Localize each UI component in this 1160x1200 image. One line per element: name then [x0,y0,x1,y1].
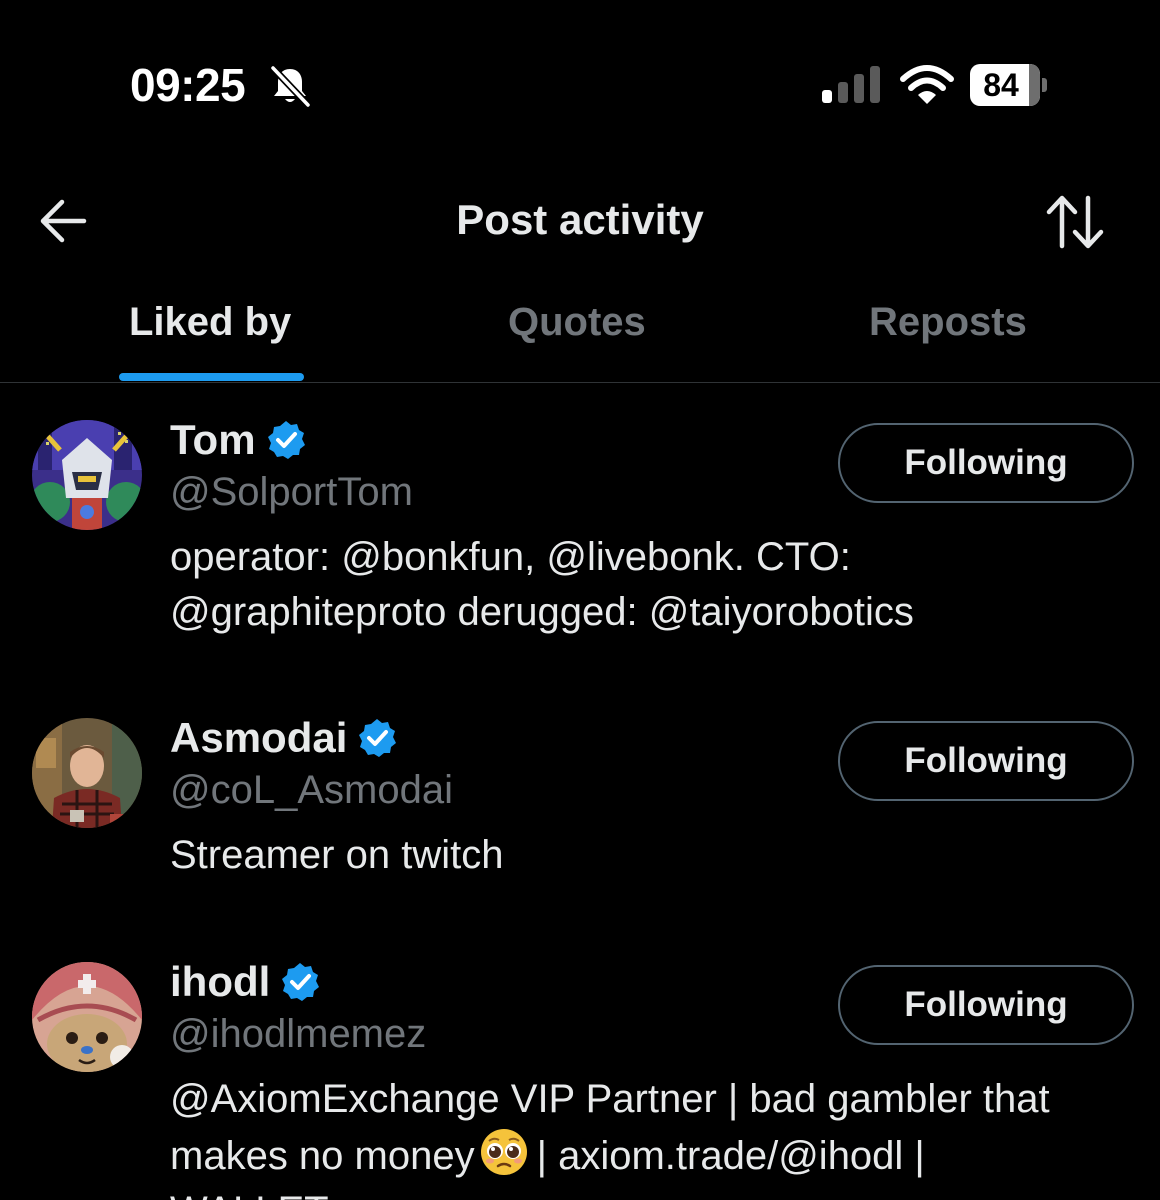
user-name[interactable]: ihodl [170,958,270,1006]
bio-line: WALLET [170,1184,1110,1200]
verified-badge-icon [267,421,305,459]
verified-badge-icon [282,963,320,1001]
user-name-line: ihodl [170,956,320,1008]
user-name-line: Tom [170,414,306,466]
list-item[interactable]: Tom @SolportTom operator: @bonkfun, @liv… [0,400,1160,660]
bell-slash-icon [269,64,312,108]
cellular-signal-icon [822,66,880,103]
bio-text: makes no money [170,1134,475,1178]
avatar[interactable] [32,718,142,828]
page-title: Post activity [456,196,704,243]
bio-text: | axiom.trade/@ihodl | [536,1134,925,1178]
battery-level: 84 [983,67,1019,103]
user-bio: Streamer on twitch [170,828,1110,883]
list-item[interactable]: ihodl @ihodlmemez @AxiomExchange VIP Par… [0,942,1160,1200]
user-bio: operator: @bonkfun, @livebonk. CTO: @gra… [170,530,1110,640]
following-button[interactable]: Following [838,965,1134,1045]
avatar[interactable] [32,962,142,1072]
wifi-icon [900,65,954,104]
user-name[interactable]: Tom [170,416,256,464]
app-screen: 09:25 84 Post activity Liked by Quotes R… [0,0,1160,1200]
user-bio: @AxiomExchange VIP Partner | bad gambler… [170,1072,1110,1200]
user-name[interactable]: Asmodai [170,714,347,762]
bio-line: @AxiomExchange VIP Partner | bad gambler… [170,1077,1050,1121]
tab-liked-by[interactable]: Liked by [129,300,291,345]
active-tab-indicator [119,373,304,381]
user-name-line: Asmodai [170,712,397,764]
bio-line: Streamer on twitch [170,833,504,877]
list-item[interactable]: Asmodai @coL_Asmodai Streamer on twitch … [0,698,1160,918]
following-button[interactable]: Following [838,423,1134,503]
user-handle: @ihodlmemez [170,1012,427,1056]
user-handle: @SolportTom [170,470,413,514]
tab-quotes[interactable]: Quotes [508,300,646,345]
user-handle: @coL_Asmodai [170,768,453,812]
tab-reposts[interactable]: Reposts [869,300,1027,345]
bio-line-wrap: makes no money | axiom.trade/@ihodl | [170,1127,1110,1184]
avatar[interactable] [32,420,142,530]
pleading-face-emoji-icon [480,1129,527,1175]
bio-line: @graphiteproto derugged: @taiyorobotics [170,590,914,634]
verified-badge-icon [359,719,397,757]
tab-bar: Liked by Quotes Reposts [0,290,1160,383]
bio-line: operator: @bonkfun, @livebonk. CTO: [170,535,851,579]
sort-arrows-icon[interactable] [1044,194,1106,250]
status-time: 09:25 [130,59,246,111]
following-button[interactable]: Following [838,721,1134,801]
battery-icon: 84 [970,64,1047,106]
